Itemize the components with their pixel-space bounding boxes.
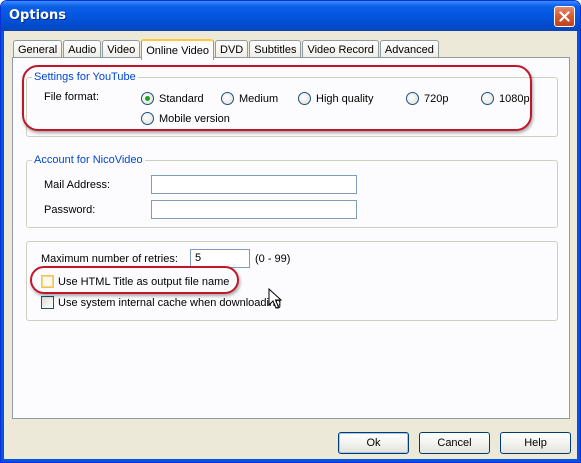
mail-address-input[interactable] [151, 175, 357, 194]
title-bar[interactable]: Options [1, 1, 580, 31]
checkbox-label: Use system internal cache when downloadi… [58, 296, 282, 309]
max-retries-label: Maximum number of retries: [41, 253, 178, 265]
checkbox-indicator [41, 296, 54, 309]
tab-strip: General Audio Video Online Video DVD Sub… [13, 39, 440, 60]
nicovideo-group-title: Account for NicoVideo [32, 154, 145, 166]
options-dialog: Options General Audio Video Online Video… [0, 0, 581, 463]
mouse-cursor-icon [268, 288, 282, 309]
cancel-button[interactable]: Cancel [419, 432, 490, 454]
mail-address-label: Mail Address: [44, 179, 111, 191]
ok-button[interactable]: Ok [338, 432, 409, 454]
close-icon [559, 11, 570, 22]
system-cache-checkbox[interactable]: Use system internal cache when downloadi… [41, 296, 281, 309]
retries-range-label: (0 - 99) [255, 253, 291, 265]
annotation-oval-youtube [22, 65, 532, 131]
close-button[interactable] [554, 6, 575, 27]
password-label: Password: [44, 204, 96, 216]
help-button[interactable]: Help [500, 432, 571, 454]
password-input[interactable] [151, 200, 357, 219]
tab-online-video[interactable]: Online Video [141, 39, 215, 60]
annotation-oval-html-title [30, 266, 239, 294]
window-title: Options [9, 8, 66, 23]
